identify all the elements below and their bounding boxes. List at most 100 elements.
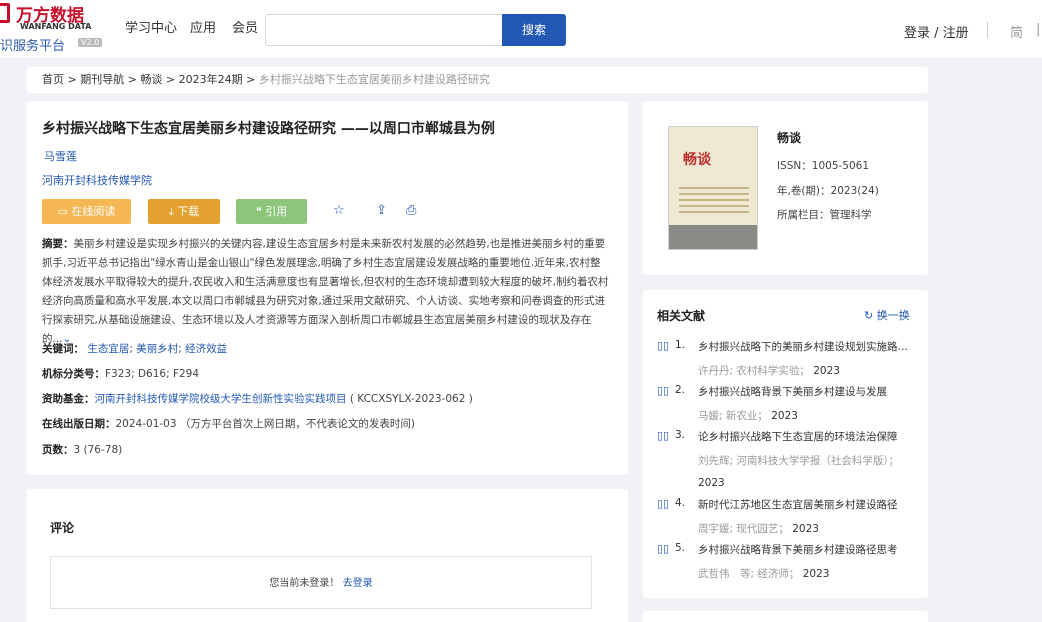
related-item-source: 马媛; 新农业； — [698, 410, 768, 422]
read-label: 在线阅读 — [71, 205, 116, 218]
cover-building-picture — [669, 225, 757, 249]
related-item-year: 2023 — [792, 523, 819, 535]
related-item: ▯▯ 2. 乡村振兴战略背景下美丽乡村建设与发展 马媛; 新农业； 2023 — [657, 384, 912, 424]
journal-volume: 年,卷(期)：2023(24) — [777, 185, 879, 197]
related-item-year: 2023 — [813, 365, 840, 377]
comments-title: 评论 — [50, 521, 75, 535]
next-card-partial — [643, 611, 928, 622]
pages-label: 页数： — [42, 444, 74, 456]
abstract-text: 美丽乡村建设是实现乡村振兴的关键内容,建设生态宜居乡村是未来新农村发展的必然趋势… — [42, 238, 609, 345]
abstract: 摘要：美丽乡村建设是实现乡村振兴的关键内容,建设生态宜居乡村是未来新农村发展的必… — [42, 235, 609, 349]
related-item-meta: 武哲伟 等; 经济师； 2023 — [698, 563, 908, 585]
breadcrumb-journal[interactable]: 畅谈 — [140, 73, 162, 86]
fund-label: 资助基金： — [42, 393, 95, 405]
related-item-title[interactable]: 乡村振兴战略下的美丽乡村建设规划实施路径研究 — [698, 339, 908, 354]
pages-value: 3 (76-78) — [73, 444, 123, 456]
logo-mark-icon — [0, 3, 10, 23]
search-button[interactable]: 搜索 — [502, 14, 566, 46]
login-register-link[interactable]: 登录 / 注册 — [904, 22, 969, 41]
publish-date-row: 在线出版日期：2024-01-03 （万方平台首次上网日期，不代表论文的发表时间… — [42, 416, 415, 431]
wanfang-logo[interactable]: 万方数据 WANFANG DATA 识服务平台 V2.0 — [0, 3, 103, 54]
breadcrumb-journal-nav[interactable]: 期刊导航 — [80, 73, 124, 86]
abstract-label: 摘要： — [42, 238, 74, 250]
related-item: ▯▯ 5. 乡村振兴战略背景下美丽乡村建设路径思考 武哲伟 等; 经济师； 20… — [657, 542, 912, 582]
fund-code: ( KCCXSYLX-2023-062 ) — [349, 393, 473, 405]
journal-name[interactable]: 畅谈 — [777, 129, 801, 146]
nav-learning-center[interactable]: 学习中心 — [125, 17, 177, 36]
breadcrumb-home[interactable]: 首页 — [42, 73, 64, 86]
journal-issn: ISSN：1005-5061 — [777, 160, 870, 172]
related-item-title[interactable]: 乡村振兴战略背景下美丽乡村建设路径思考 — [698, 542, 908, 557]
related-item-number: 2. — [675, 384, 686, 396]
refresh-button[interactable]: ↻ 换一换 — [864, 307, 910, 323]
related-literature-card: 相关文献 ↻ 换一换 ▯▯ 1. 乡村振兴战略下的美丽乡村建设规划实施路径研究 … — [643, 290, 928, 598]
header-divider — [987, 22, 988, 38]
search-input[interactable] — [265, 14, 503, 46]
publish-date-note: （万方平台首次上网日期，不代表论文的发表时间) — [179, 418, 415, 430]
related-item-meta: 刘先辉; 河南科技大学学报（社会科学版）； 2023 — [698, 450, 908, 494]
related-item-number: 3. — [675, 429, 686, 441]
download-icon: ⤓ — [168, 205, 178, 218]
comments-card: 评论 您当前未登录！ 去登录 — [27, 489, 628, 622]
quote-icon: ❝ — [255, 205, 266, 218]
related-item-number: 5. — [675, 542, 686, 554]
keyword-link[interactable]: 生态宜居 — [87, 343, 129, 355]
related-item-source: 武哲伟 等; 经济师； — [698, 568, 800, 580]
refresh-icon: ↻ — [864, 309, 877, 322]
related-item-meta: 马媛; 新农业； 2023 — [698, 405, 908, 427]
fund-row: 资助基金：河南开封科技传媒学院校级大学生创新性实验实践项目 ( KCCXSYLX… — [42, 391, 473, 406]
keyword-link[interactable]: 美丽乡村 — [136, 343, 178, 355]
language-divider: | — [1036, 22, 1041, 37]
related-item-title[interactable]: 新时代江苏地区生态宜居美丽乡村建设路径 — [698, 497, 908, 512]
related-item-number: 1. — [675, 339, 686, 351]
related-item-source: 周宇媛; 现代园艺； — [698, 523, 789, 535]
article-title: 乡村振兴战略下生态宜居美丽乡村建设路径研究 ——以周口市郸城县为例 — [42, 121, 495, 137]
pages-row: 页数：3 (76-78) — [42, 442, 122, 457]
classification-row: 机标分类号：F323; D616; F294 — [42, 366, 199, 381]
star-icon[interactable]: ☆ — [333, 203, 345, 218]
cite-button[interactable]: ❝ 引用 — [236, 199, 307, 224]
book-open-icon: ▯▯ — [657, 542, 670, 555]
comment-login-prompt: 您当前未登录！ 去登录 — [50, 556, 592, 609]
related-item-title[interactable]: 论乡村振兴战略下生态宜居的环境法治保障 — [698, 429, 908, 444]
book-open-icon: ▯▯ — [657, 384, 670, 397]
print-icon[interactable]: ⎙ — [406, 203, 416, 218]
related-item-year: 2023 — [771, 410, 798, 422]
related-item-meta: 许丹丹; 农村科学实验； 2023 — [698, 360, 908, 382]
keyword-link[interactable]: 经济效益 — [185, 343, 227, 355]
language-switch[interactable]: 简 — [1010, 22, 1023, 41]
breadcrumb-issue[interactable]: 2023年24期 — [179, 73, 243, 86]
logo-english: WANFANG DATA — [20, 22, 92, 31]
cite-label: 引用 — [265, 205, 288, 218]
related-item-source: 刘先辉; 河南科技大学学报（社会科学版）； — [698, 455, 900, 467]
refresh-label: 换一换 — [876, 309, 910, 322]
breadcrumb: 首页 > 期刊导航 > 畅谈 > 2023年24期 > 乡村振兴战略下生态宜居美… — [27, 67, 928, 93]
related-item: ▯▯ 1. 乡村振兴战略下的美丽乡村建设规划实施路径研究 许丹丹; 农村科学实验… — [657, 339, 912, 379]
keywords-row: 关键词： 生态宜居; 美丽乡村; 经济效益 — [42, 343, 228, 355]
book-open-icon: ▯▯ — [657, 339, 670, 352]
book-open-icon: ▯▯ — [657, 497, 670, 510]
cover-decoration — [679, 187, 749, 217]
journal-info-card: 畅谈 畅谈 ISSN：1005-5061 年,卷(期)：2023(24) 所属栏… — [643, 101, 928, 275]
related-item-year: 2023 — [698, 477, 725, 489]
organization-link[interactable]: 河南开封科技传媒学院 — [42, 172, 152, 188]
share-icon[interactable]: ⇪ — [376, 203, 387, 218]
top-header: 万方数据 WANFANG DATA 识服务平台 V2.0 学习中心 应用 会员 … — [0, 0, 1042, 58]
journal-cover-image[interactable]: 畅谈 — [668, 126, 758, 250]
related-item-title[interactable]: 乡村振兴战略背景下美丽乡村建设与发展 — [698, 384, 908, 399]
download-label: 下载 — [177, 205, 200, 218]
platform-name: 识服务平台 — [0, 39, 66, 54]
breadcrumb-current: 乡村振兴战略下生态宜居美丽乡村建设路径研究 — [258, 73, 490, 86]
fund-link[interactable]: 河南开封科技传媒学院校级大学生创新性实验实践项目 — [95, 393, 347, 405]
go-login-link[interactable]: 去登录 — [343, 578, 373, 589]
publish-date-label: 在线出版日期： — [42, 418, 116, 430]
nav-apps[interactable]: 应用 — [190, 17, 216, 36]
read-online-button[interactable]: ▭ 在线阅读 — [42, 199, 131, 224]
download-button[interactable]: ⤓ 下载 — [148, 199, 220, 224]
classification-value: F323; D616; F294 — [105, 368, 200, 380]
keywords-label: 关键词： — [42, 343, 84, 355]
nav-membership[interactable]: 会员 — [232, 17, 258, 36]
not-logged-in-text: 您当前未登录！ — [269, 578, 340, 589]
author-link[interactable]: 马雪莲 — [44, 148, 77, 164]
cover-title: 畅谈 — [683, 152, 711, 168]
